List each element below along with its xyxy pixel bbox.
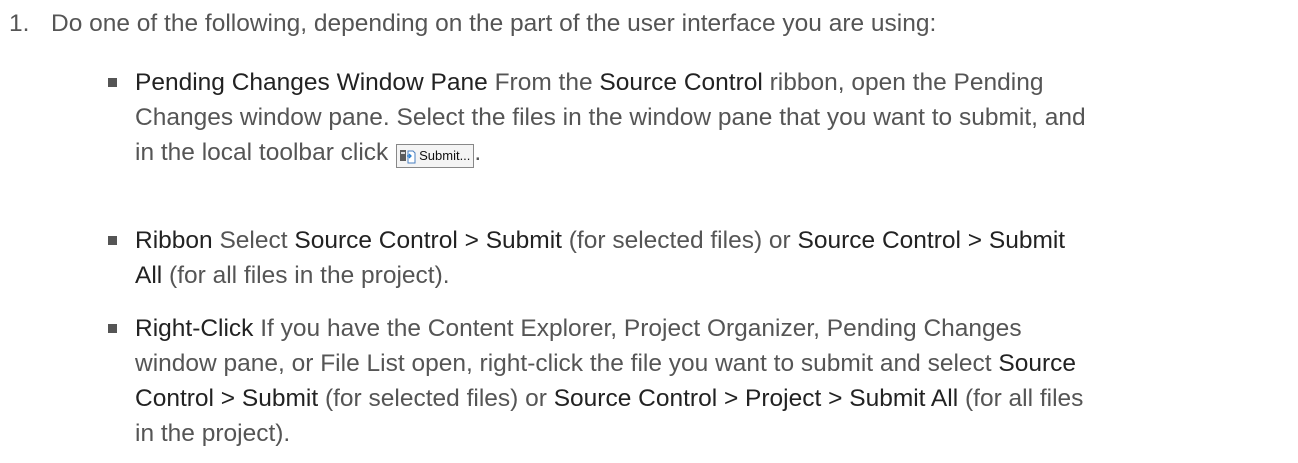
help-topic: 1. Do one of the following, depending on… xyxy=(0,0,1298,463)
submit-icon xyxy=(400,150,416,164)
text-run: (for all files in the project). xyxy=(162,262,450,289)
bullet-line: Ribbon Select Source Control > Submit (f… xyxy=(135,223,1278,258)
text-run: Select xyxy=(212,227,295,254)
submit-button-image: Submit... xyxy=(396,144,475,168)
ui-ref-source: Source xyxy=(998,350,1077,377)
bullet-line: window pane, or File List open, right-cl… xyxy=(135,346,1278,381)
bullet-square xyxy=(108,78,117,87)
bullet-line: All (for all files in the project). xyxy=(135,258,1278,293)
term-right-click: Right-Click xyxy=(135,315,254,342)
text-run: If you have the Content Explorer, Projec… xyxy=(253,315,1022,342)
text-run: . xyxy=(474,139,482,166)
ui-ref-control-submit: Control > Submit xyxy=(135,385,319,412)
text-run: From the xyxy=(487,69,600,96)
step-number: 1. xyxy=(9,10,30,37)
text-run: (for all files xyxy=(958,385,1084,412)
ui-ref-project-submit-all: Source Control > Project > Submit All xyxy=(553,385,959,412)
bullet-line: Control > Submit (for selected files) or… xyxy=(135,381,1278,416)
ui-ref-source-control: Source Control xyxy=(599,69,763,96)
text-run: (for selected files) or xyxy=(318,385,554,412)
ui-ref-submit-all-cont: All xyxy=(135,262,163,289)
ui-ref-submit: Source Control > Submit xyxy=(294,227,562,254)
bullet-square xyxy=(108,236,117,245)
text-run: ribbon, open the Pending xyxy=(762,69,1044,96)
bullet-line: Right-Click If you have the Content Expl… xyxy=(135,311,1278,346)
bullet-line: in the local toolbar click Submit.... xyxy=(135,135,1278,170)
step-text: Do one of the following, depending on th… xyxy=(51,10,937,37)
bullet-line: Pending Changes Window Pane From the Sou… xyxy=(135,65,1278,100)
bullet-line: Changes window pane. Select the files in… xyxy=(135,104,1086,131)
term-pending-changes: Pending Changes Window Pane xyxy=(135,69,488,96)
bullet-square xyxy=(108,324,117,333)
term-ribbon: Ribbon xyxy=(135,227,213,254)
submit-button-label: Submit... xyxy=(419,148,471,163)
ui-ref-submit-all: Source Control > Submit xyxy=(797,227,1066,254)
text-run: in the local toolbar click xyxy=(135,139,396,166)
text-run: window pane, or File List open, right-cl… xyxy=(135,350,999,377)
text-run: (for selected files) or xyxy=(561,227,798,254)
bullet-line: in the project). xyxy=(135,420,291,447)
